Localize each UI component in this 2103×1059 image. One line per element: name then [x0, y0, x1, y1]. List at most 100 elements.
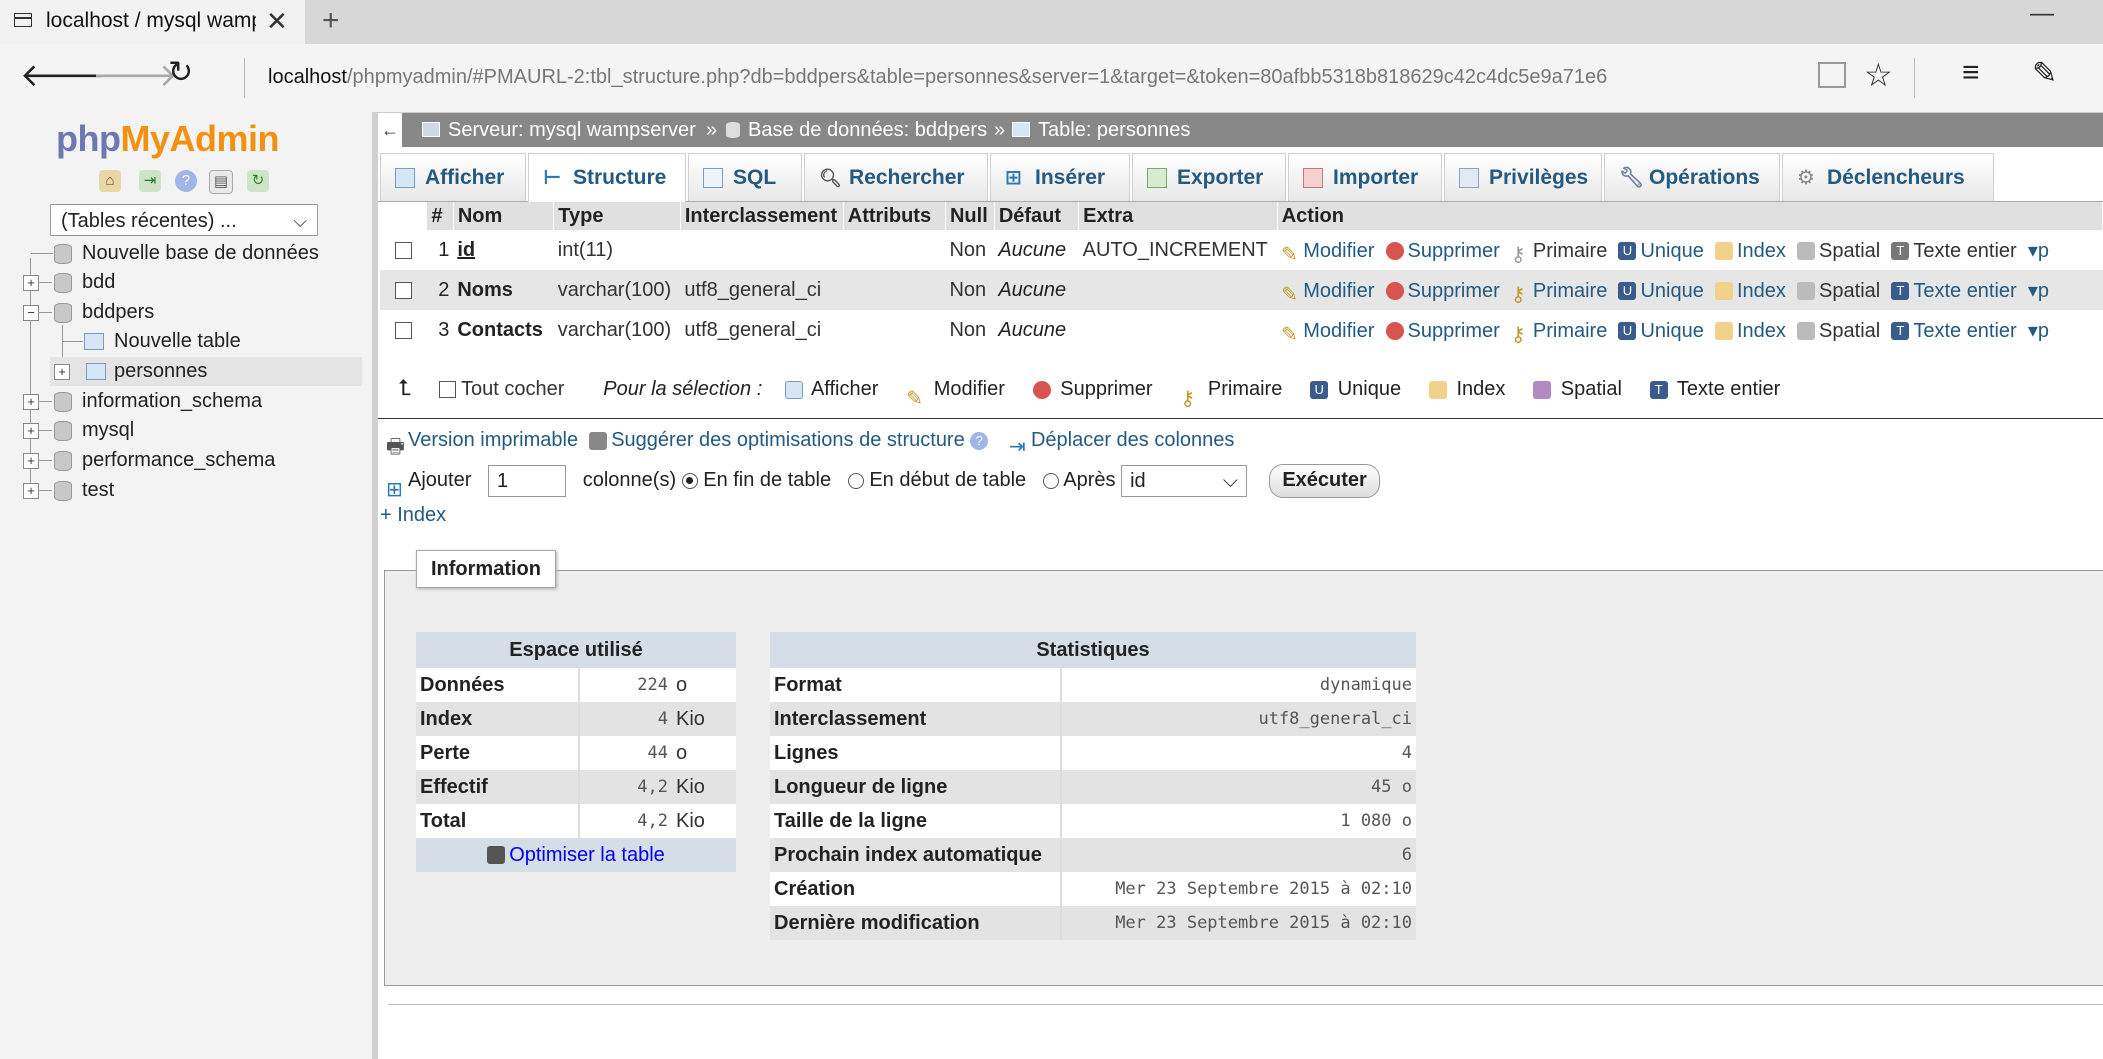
unique-action[interactable]: U Unique: [1618, 240, 1704, 262]
column-default: Aucune: [998, 318, 1067, 341]
url-field[interactable]: localhost/phpmyadmin/#PMAURL-2:tbl_struc…: [268, 66, 1607, 89]
help-icon[interactable]: ?: [970, 431, 989, 450]
execute-button[interactable]: Exécuter: [1269, 463, 1380, 498]
move-columns-link[interactable]: ⇥ Déplacer des colonnes: [1009, 429, 1234, 458]
col-header[interactable]: Nom: [453, 202, 555, 230]
home-icon[interactable]: ⌂: [99, 170, 121, 192]
breadcrumb-database[interactable]: Base de données: bddpers: [748, 113, 987, 147]
delete-action[interactable]: Supprimer: [1385, 240, 1500, 262]
fulltext-action[interactable]: T Texte entier: [1891, 320, 2017, 342]
column-count-input[interactable]: 1: [488, 464, 567, 497]
tree-item-new-db[interactable]: Nouvelle base de données: [0, 239, 370, 268]
hub-icon[interactable]: ≡: [1962, 56, 1980, 90]
sel-primary-button[interactable]: ⚷ Primaire: [1180, 378, 1282, 410]
radio-after[interactable]: [1042, 472, 1059, 489]
minimize-icon[interactable]: —: [2030, 0, 2054, 28]
tree-item-new-table[interactable]: Nouvelle table: [0, 327, 370, 356]
tree-item-bddpers[interactable]: − bddpers: [0, 298, 370, 327]
sel-index-button[interactable]: Index: [1428, 378, 1505, 400]
after-column-select[interactable]: id ⌵: [1121, 464, 1248, 497]
expand-icon[interactable]: +: [54, 364, 70, 380]
more-action[interactable]: ▾p: [2028, 280, 2049, 302]
optimize-table-link[interactable]: Optimiser la table: [509, 844, 665, 866]
unique-action[interactable]: U Unique: [1618, 280, 1704, 302]
unique-action[interactable]: U Unique: [1618, 320, 1704, 342]
modify-action[interactable]: ✎ Modifier: [1281, 320, 1374, 347]
collapse-nav-arrow-icon[interactable]: ←: [378, 113, 403, 147]
tab-operations[interactable]: 🔧︎ Opérations: [1604, 153, 1780, 201]
tab-afficher[interactable]: Afficher: [380, 153, 526, 201]
expand-icon[interactable]: +: [23, 423, 39, 439]
sel-unique-button[interactable]: U Unique: [1310, 378, 1401, 400]
forward-icon[interactable]: 🡒: [92, 55, 178, 94]
tree-item-test[interactable]: + test: [0, 476, 370, 505]
suggest-link[interactable]: Suggérer des optimisations de structure: [589, 429, 965, 451]
new-tab-icon[interactable]: +: [322, 4, 340, 38]
tab-privileges[interactable]: Privilèges: [1444, 153, 1602, 201]
sel-browse-button[interactable]: Afficher: [784, 378, 878, 400]
row-checkbox[interactable]: [394, 281, 412, 299]
add-index-link[interactable]: + Index: [380, 504, 446, 527]
index-action[interactable]: Index: [1714, 280, 1786, 302]
phpmyadmin-logo[interactable]: phpMyAdmin: [56, 118, 279, 160]
reading-view-icon[interactable]: [1818, 62, 1846, 88]
help-icon[interactable]: ?: [175, 170, 197, 192]
tab-declencheurs[interactable]: ⚙ Déclencheurs: [1782, 153, 1994, 201]
reload-nav-icon[interactable]: ↻: [247, 170, 269, 192]
expand-icon[interactable]: +: [23, 394, 39, 410]
delete-action[interactable]: Supprimer: [1385, 280, 1500, 302]
tree-item-bdd[interactable]: + bdd: [0, 268, 370, 297]
sel-fulltext-button[interactable]: T Texte entier: [1649, 378, 1780, 400]
refresh-icon[interactable]: ↻: [168, 55, 193, 90]
row-checkbox[interactable]: [394, 321, 412, 339]
sel-modify-button[interactable]: ✎ Modifier: [906, 378, 1005, 410]
expand-icon[interactable]: +: [23, 453, 39, 469]
tree-item-personnes[interactable]: + personnes: [50, 357, 362, 386]
unique-icon: U: [1618, 282, 1637, 301]
collapse-icon[interactable]: −: [23, 305, 39, 321]
more-action[interactable]: ▾p: [2028, 240, 2049, 262]
primary-action[interactable]: ⚷ Primaire: [1511, 320, 1607, 347]
tree-item-performance-schema[interactable]: + performance_schema: [0, 446, 370, 475]
tab-inserer[interactable]: ⊞ Insérer: [990, 153, 1130, 201]
radio-end-of-table[interactable]: [681, 472, 698, 489]
panel-splitter[interactable]: [372, 112, 378, 1059]
sel-spatial-button[interactable]: Spatial: [1533, 378, 1622, 400]
tree-item-mysql[interactable]: + mysql: [0, 416, 370, 445]
index-action[interactable]: Index: [1714, 320, 1786, 342]
fulltext-action[interactable]: T Texte entier: [1891, 280, 2017, 302]
sel-delete-button[interactable]: Supprimer: [1032, 378, 1153, 400]
web-note-icon[interactable]: ✎: [2032, 56, 2057, 91]
more-action[interactable]: ▾p: [2028, 320, 2049, 342]
modify-action[interactable]: ✎ Modifier: [1281, 280, 1374, 307]
selection-bar: ⮤ Tout cocher Pour la sélection : Affich…: [398, 370, 1780, 410]
primary-action[interactable]: ⚷ Primaire: [1511, 280, 1607, 307]
tab-rechercher[interactable]: 🔍︎ Rechercher: [804, 153, 988, 201]
column-name-link[interactable]: id: [457, 239, 475, 261]
tab-structure[interactable]: ⊢ Structure: [528, 153, 686, 203]
browser-tab[interactable]: localhost / mysql wamps ✕: [0, 0, 305, 44]
modify-action[interactable]: ✎ Modifier: [1281, 240, 1374, 267]
index-action[interactable]: Index: [1714, 240, 1786, 262]
row-checkbox[interactable]: [394, 241, 412, 259]
tree-label: information_schema: [82, 390, 263, 412]
breadcrumb-server[interactable]: Serveur: mysql wampserver: [448, 113, 696, 147]
favorite-star-icon[interactable]: ☆: [1864, 56, 1893, 94]
radio-start-of-table[interactable]: [847, 472, 864, 489]
docs-icon[interactable]: ▤: [209, 170, 233, 194]
close-icon[interactable]: ✕: [266, 6, 288, 37]
logout-icon[interactable]: ⇥: [139, 170, 161, 192]
check-all[interactable]: Tout cocher: [438, 378, 564, 400]
tab-exporter[interactable]: Exporter: [1132, 153, 1286, 201]
delete-action[interactable]: Supprimer: [1385, 320, 1500, 342]
tab-sql[interactable]: SQL: [688, 153, 802, 201]
tab-importer[interactable]: Importer: [1288, 153, 1442, 201]
column-attributes: [843, 270, 946, 310]
breadcrumb-table[interactable]: Table: personnes: [1038, 113, 1190, 147]
recent-tables-select[interactable]: (Tables récentes) ... ⌵: [50, 204, 318, 236]
expand-icon[interactable]: +: [23, 483, 39, 499]
tree-item-information-schema[interactable]: + information_schema: [0, 387, 370, 416]
printable-link[interactable]: 🖶 Version imprimable: [386, 429, 578, 458]
col-header: Attributs: [843, 202, 946, 230]
expand-icon[interactable]: +: [23, 275, 39, 291]
